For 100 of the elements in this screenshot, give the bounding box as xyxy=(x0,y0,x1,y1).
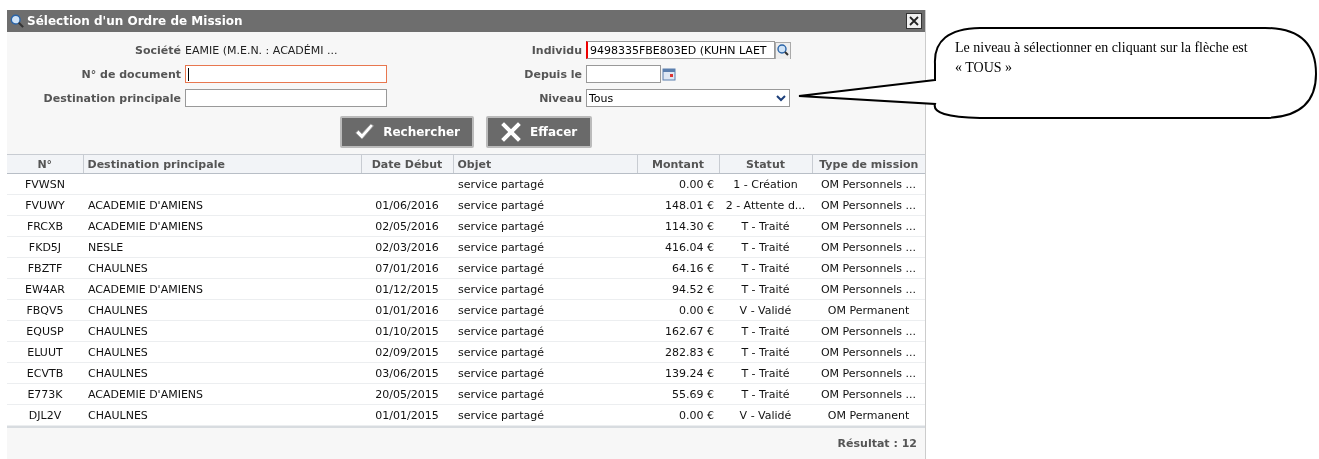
table-cell: ACADEMIE D'AMIENS xyxy=(88,219,204,233)
table-cell: OM Personnels ... xyxy=(820,345,917,359)
window-title: Sélection d'un Ordre de Mission xyxy=(27,14,244,28)
table-cell: CHAULNES xyxy=(88,408,148,422)
table-cell: 0.00 € xyxy=(679,303,714,317)
table-cell: ELUUT xyxy=(27,345,63,359)
table-cell: 64.16 € xyxy=(672,261,714,275)
table-cell: FRCXB xyxy=(26,219,64,233)
field-value: EAMIE (M.E.N. : ACADÉMI ... xyxy=(185,43,338,57)
input-field[interactable] xyxy=(185,89,387,107)
table-cell: 01/10/2015 xyxy=(375,324,439,338)
table-cell: service partagé xyxy=(458,177,544,191)
table-cell: service partagé xyxy=(458,303,544,317)
checkmark-icon xyxy=(354,122,376,142)
table-cell: ACADEMIE D'AMIENS xyxy=(88,198,204,212)
table-cell: service partagé xyxy=(458,324,544,338)
column-header[interactable]: Objet xyxy=(453,154,637,174)
chevron-down-icon xyxy=(775,92,787,104)
calendar-icon[interactable] xyxy=(661,65,677,83)
table-cell: OM Personnels ... xyxy=(820,387,917,401)
table-cell: 94.52 € xyxy=(672,282,714,296)
level-dropdown[interactable]: Tous xyxy=(586,89,790,107)
table-cell: 01/12/2015 xyxy=(375,282,439,296)
table-cell: EQUSP xyxy=(26,324,64,338)
table-cell: 282.83 € xyxy=(665,345,714,359)
table-cell: T - Traité xyxy=(741,324,790,338)
table-cell: 0.00 € xyxy=(679,177,714,191)
column-header[interactable]: Destination principale xyxy=(83,154,361,174)
table-cell: 20/05/2015 xyxy=(375,387,439,401)
field-label: Destination principale xyxy=(42,91,181,105)
table-cell: service partagé xyxy=(458,408,544,422)
table-cell: 139.24 € xyxy=(665,366,714,380)
column-header[interactable]: Statut xyxy=(719,154,812,174)
table-cell: T - Traité xyxy=(741,282,790,296)
column-header[interactable]: N° xyxy=(7,154,83,174)
table-cell: T - Traité xyxy=(741,219,790,233)
table-cell: FBQV5 xyxy=(26,303,64,317)
table-cell: 2 - Attente d... xyxy=(725,198,806,212)
search-icon xyxy=(10,14,24,28)
table-cell: 162.67 € xyxy=(665,324,714,338)
input-field[interactable] xyxy=(185,65,387,83)
field-label: Depuis le xyxy=(523,67,582,81)
table-cell: service partagé xyxy=(458,282,544,296)
field-label: Individu xyxy=(530,43,582,57)
table-cell: T - Traité xyxy=(741,345,790,359)
table-cell: E773K xyxy=(27,387,63,401)
table-cell: OM Personnels ... xyxy=(820,324,917,338)
column-header[interactable]: Type de mission xyxy=(812,154,925,174)
table-cell: 01/01/2015 xyxy=(375,408,439,422)
table-cell: OM Personnels ... xyxy=(820,198,917,212)
table-cell: 02/05/2016 xyxy=(375,219,439,233)
cross-icon xyxy=(500,121,522,143)
table-cell: EW4AR xyxy=(25,282,65,296)
table-cell: CHAULNES xyxy=(88,345,148,359)
table-cell: FBZTF xyxy=(27,261,63,275)
search-button[interactable]: Rechercher xyxy=(340,116,474,148)
table-cell: 07/01/2016 xyxy=(375,261,439,275)
table-cell: 416.04 € xyxy=(665,240,714,254)
table-cell: 01/01/2016 xyxy=(375,303,439,317)
table-cell: OM Permanent xyxy=(827,303,910,317)
table-cell: ECVTB xyxy=(26,366,64,380)
field-label: N° de document xyxy=(80,67,181,81)
table-cell: CHAULNES xyxy=(88,366,148,380)
column-header[interactable]: Montant xyxy=(637,154,719,174)
table-cell: 01/06/2016 xyxy=(375,198,439,212)
table-cell: 114.30 € xyxy=(665,219,714,233)
table-cell: OM Personnels ... xyxy=(820,261,917,275)
table-cell: FVUWY xyxy=(25,198,65,212)
table-cell: service partagé xyxy=(458,387,544,401)
table-cell: T - Traité xyxy=(741,261,790,275)
table-cell: OM Personnels ... xyxy=(820,219,917,233)
field-label: Niveau xyxy=(538,91,582,105)
table-cell: FKD5J xyxy=(28,240,62,254)
table-cell: T - Traité xyxy=(741,387,790,401)
field-label: Société xyxy=(134,43,181,57)
table-cell: FVWSN xyxy=(25,177,65,191)
close-icon[interactable] xyxy=(906,13,922,29)
table-cell: 148.01 € xyxy=(665,198,714,212)
table-cell: service partagé xyxy=(458,219,544,233)
input-field[interactable]: 9498335FBE803ED (KUHN LAET xyxy=(586,41,775,59)
table-cell: OM Personnels ... xyxy=(820,240,917,254)
clear-button[interactable]: Effacer xyxy=(486,116,592,148)
date-field[interactable] xyxy=(586,65,661,83)
table-cell: service partagé xyxy=(458,198,544,212)
table-cell: 03/06/2015 xyxy=(375,366,439,380)
table-cell: service partagé xyxy=(458,240,544,254)
table-cell: CHAULNES xyxy=(88,324,148,338)
result-count: Résultat : 12 xyxy=(837,437,917,450)
table-cell: DJL2V xyxy=(28,408,62,422)
search-icon[interactable] xyxy=(775,41,791,59)
column-header[interactable]: Date Début xyxy=(361,154,453,174)
table-cell: service partagé xyxy=(458,261,544,275)
table-cell: OM Personnels ... xyxy=(820,177,917,191)
callout-text: Le niveau à sélectionner en cliquant sur la flèche est « TOUS » xyxy=(955,39,1249,77)
table-cell: V - Validé xyxy=(739,303,792,317)
table-cell: OM Personnels ... xyxy=(820,366,917,380)
table-cell: service partagé xyxy=(458,345,544,359)
table-cell: 02/09/2015 xyxy=(375,345,439,359)
table-cell: ACADEMIE D'AMIENS xyxy=(88,387,204,401)
table-cell: 55.69 € xyxy=(672,387,714,401)
